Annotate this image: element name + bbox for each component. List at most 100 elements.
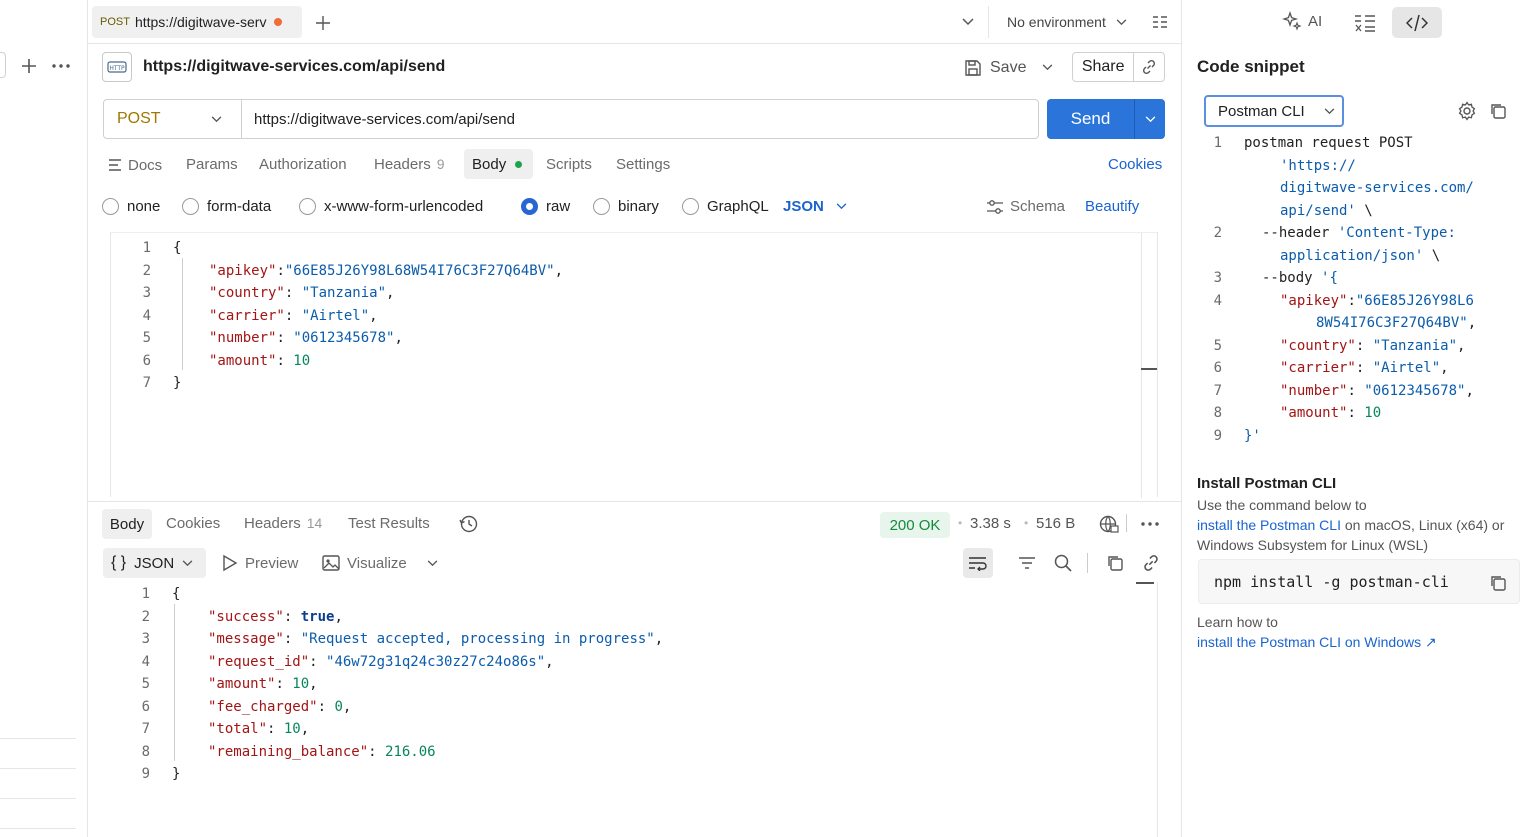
install-cli-link[interactable]: install the Postman CLI — [1197, 517, 1341, 533]
share-group: Share — [1072, 52, 1165, 82]
response-format-select[interactable]: { } JSON — [103, 548, 206, 578]
more-icon[interactable] — [50, 55, 72, 77]
copy-link-icon[interactable] — [1134, 53, 1164, 81]
tab-headers[interactable]: Headers 9 — [374, 156, 445, 173]
radio-urlencoded[interactable]: x-www-form-urlencoded — [299, 198, 483, 215]
request-tab[interactable]: POST https://digitwave-serv — [92, 6, 302, 38]
svg-text:HTTP: HTTP — [109, 65, 125, 72]
body-active-dot — [515, 160, 523, 168]
chevron-down-icon — [1324, 108, 1335, 115]
network-globe-icon[interactable] — [1098, 513, 1120, 535]
scroll-marker[interactable] — [1136, 582, 1154, 584]
response-size[interactable]: 516 B — [1036, 515, 1075, 532]
radio-none[interactable]: none — [102, 198, 160, 215]
chevron-down-icon — [836, 203, 847, 210]
radio-form-data[interactable]: form-data — [182, 198, 271, 215]
tab-bar: POST https://digitwave-serv No environme… — [88, 0, 1181, 44]
radio-binary[interactable]: binary — [593, 198, 659, 215]
link-icon[interactable] — [1140, 552, 1162, 574]
variables-icon[interactable] — [1352, 11, 1378, 35]
tab-method: POST — [100, 16, 130, 28]
add-icon[interactable] — [18, 55, 40, 77]
resp-tab-test-results[interactable]: Test Results — [348, 515, 430, 532]
new-tab-icon[interactable] — [312, 12, 334, 34]
send-dropdown-icon[interactable] — [1135, 99, 1165, 139]
tab-settings[interactable]: Settings — [616, 156, 670, 173]
copy-snippet-icon[interactable] — [1487, 100, 1509, 122]
method-select[interactable]: POST — [104, 100, 242, 138]
more-icon[interactable] — [1138, 513, 1162, 535]
copy-command-icon[interactable] — [1487, 572, 1509, 594]
left-sidebar — [0, 0, 88, 837]
chevron-down-icon — [182, 559, 193, 566]
resp-tab-body[interactable]: Body — [102, 509, 152, 539]
sidebar-divider — [0, 768, 76, 769]
resp-tab-headers[interactable]: Headers 14 — [244, 515, 322, 532]
save-button[interactable]: Save — [964, 54, 1026, 82]
visualize-dropdown-icon[interactable] — [422, 553, 442, 573]
copy-icon[interactable] — [1104, 552, 1126, 574]
response-body-viewer[interactable]: 1{ 2 "success": true, 3 "message": "Reques… — [110, 582, 1158, 837]
share-button[interactable]: Share — [1073, 53, 1135, 81]
settings-gear-icon[interactable] — [1456, 100, 1478, 122]
sidebar-search-edge[interactable] — [0, 52, 6, 78]
scroll-marker[interactable] — [1141, 368, 1157, 370]
code-snippet[interactable]: 1 postman request POST 'https:// digitwav… — [1212, 132, 1522, 447]
tab-scripts[interactable]: Scripts — [546, 156, 592, 173]
docs-icon — [109, 159, 121, 171]
image-icon — [322, 555, 340, 571]
chevron-down-icon — [211, 116, 222, 123]
chevron-down-icon — [1116, 18, 1127, 25]
request-body-editor[interactable]: 1{ 2 "apikey":"66E85J26Y98L68W54I76C3F27Q… — [110, 232, 1158, 498]
indent-guide — [182, 258, 183, 370]
request-title[interactable]: https://digitwave-services.com/api/send — [143, 58, 445, 76]
tab-params[interactable]: Params — [186, 156, 238, 173]
play-icon — [223, 554, 238, 572]
resp-tab-cookies[interactable]: Cookies — [166, 515, 220, 532]
filter-icon[interactable] — [1016, 553, 1038, 573]
install-command-box: npm install -g postman-cli — [1198, 559, 1520, 604]
code-snippet-icon[interactable] — [1392, 7, 1442, 38]
tabs-dropdown-icon[interactable] — [958, 12, 978, 32]
environment-quicklook-icon[interactable] — [1150, 12, 1170, 32]
http-icon: HTTP — [102, 52, 132, 82]
raw-format-select[interactable]: JSON — [783, 198, 847, 215]
install-command: npm install -g postman-cli — [1214, 572, 1449, 591]
tab-docs[interactable]: Docs — [108, 154, 162, 176]
send-button[interactable]: Send — [1047, 99, 1135, 139]
tab-title: https://digitwave-serv — [134, 14, 267, 30]
tab-body[interactable]: Body — [464, 149, 533, 179]
schema-icon — [987, 199, 1003, 214]
ai-button[interactable]: AI — [1282, 11, 1322, 31]
install-description: Use the command below to install the Pos… — [1197, 497, 1505, 553]
beautify-button[interactable]: Beautify — [1085, 198, 1139, 215]
unsaved-dot — [274, 18, 283, 26]
install-title: Install Postman CLI — [1197, 475, 1337, 492]
cookies-link[interactable]: Cookies — [1108, 156, 1162, 173]
environment-label: No environment — [1007, 14, 1106, 30]
wrap-lines-icon[interactable] — [963, 548, 993, 578]
learn-text: Learn how to — [1197, 614, 1278, 630]
search-icon[interactable] — [1052, 552, 1074, 574]
snippet-language-select[interactable]: Postman CLI — [1204, 95, 1344, 127]
history-icon[interactable] — [458, 513, 480, 535]
environment-selector[interactable]: No environment — [998, 6, 1143, 38]
sparkle-icon — [1282, 11, 1302, 31]
schema-button[interactable]: Schema — [986, 198, 1065, 215]
braces-icon: { } — [111, 554, 127, 571]
sidebar-divider — [0, 738, 76, 739]
right-panel: AI Code snippet Postman CLI 1 postman req… — [1181, 0, 1527, 837]
visualize-button[interactable]: Visualize — [322, 554, 407, 572]
response-time[interactable]: 3.38 s — [970, 515, 1011, 532]
radio-graphql[interactable]: GraphQL — [682, 198, 769, 215]
indent-guide — [174, 604, 175, 761]
radio-raw[interactable]: raw — [521, 198, 570, 215]
preview-button[interactable]: Preview — [222, 554, 298, 572]
tab-authorization[interactable]: Authorization — [259, 156, 347, 173]
url-input[interactable]: https://digitwave-services.com/api/send — [242, 100, 1038, 138]
send-group: Send — [1047, 99, 1165, 139]
status-badge[interactable]: 200 OK — [880, 512, 950, 538]
save-dropdown-icon[interactable] — [1036, 56, 1058, 78]
request-workspace: POST https://digitwave-serv No environme… — [88, 0, 1181, 837]
windows-install-link[interactable]: install the Postman CLI on Windows ↗ — [1197, 632, 1437, 652]
